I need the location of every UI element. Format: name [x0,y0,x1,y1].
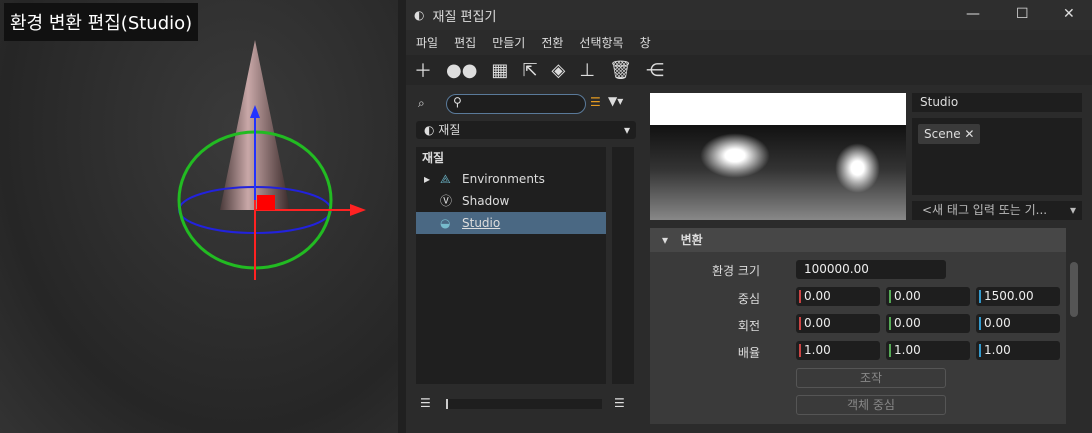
select-grid-icon[interactable]: ▦ [491,60,508,81]
splitter[interactable] [398,0,406,433]
material-editor-window: ◐ 재질 편집기 — ☐ ✕ 파일 편집 만들기 전환 선택항목 창 ＋ ●● … [406,0,1092,433]
broom-icon[interactable]: ⊥ [579,60,595,81]
material-preview [650,93,906,220]
env-size-label: 환경 크기 [712,264,760,278]
studio-icon: ◒ [440,216,451,230]
rotation-y-field[interactable]: 0.00 [886,314,970,333]
assign-icon[interactable]: ⇱ [522,60,537,81]
menu-convert[interactable]: 전환 [541,34,563,51]
filter-icon[interactable]: ▼▾ [608,94,623,108]
section-transform[interactable]: ▾ 변환 [650,228,1066,252]
scale-y-field[interactable]: 1.00 [886,341,970,360]
tree-header: 재질 [422,151,445,165]
minimize-button[interactable]: — [966,6,980,22]
transform-gizmo[interactable] [0,0,398,433]
rotation-z-field[interactable]: 0.00 [976,314,1060,333]
transform-properties: 환경 크기 100000.00 중심 0.00 0.00 1500.00 회전 … [650,252,1066,424]
tree-item-shadow[interactable]: Ⓥ Shadow [416,190,606,212]
trash-icon[interactable]: 🗑 [609,60,632,81]
tag-scene[interactable]: Scene ✕ [918,124,981,144]
menu-selection[interactable]: 선택항목 [579,34,623,51]
viewport[interactable]: 환경 변환 편집(Studio) [0,0,398,433]
center-y-field[interactable]: 0.00 [886,287,970,306]
search-input[interactable]: ⚲ [446,94,586,114]
env-size-field[interactable]: 100000.00 [796,260,946,279]
toolbar: ＋ ●● ▦ ⇱ ◈ ⊥ 🗑 ⋲ [406,55,1092,85]
search-icon: ⚲ [453,95,462,109]
list-icon[interactable]: ☰ [420,396,431,410]
rotation-label: 회전 [737,319,760,333]
tree-item-environments[interactable]: ▸ ⟁ Environments [416,168,606,190]
environments-icon: ⟁ [440,172,451,186]
remove-tag-icon[interactable]: ✕ [964,127,974,141]
window-title: 재질 편집기 [432,9,497,25]
details-icon[interactable]: ☰ [614,396,625,410]
material-tree: 재질 ▸ ⟁ Environments Ⓥ Shadow ◒ Studio [416,147,606,384]
material-type-dropdown[interactable]: ◐ 재질 ▾ [416,121,636,139]
menu-file[interactable]: 파일 [416,34,438,51]
tag-input[interactable]: <새 태그 입력 또는 기... ▾ [912,201,1082,220]
material-name-field[interactable]: Studio [912,93,1082,112]
close-button[interactable]: ✕ [1063,6,1075,22]
center-label: 중심 [737,292,760,306]
menu-edit[interactable]: 편집 [454,34,476,51]
center-x-field[interactable]: 0.00 [796,287,880,306]
paint-bucket-icon[interactable]: ◈ [552,60,566,81]
add-icon[interactable]: ＋ [414,57,432,83]
manipulate-button[interactable]: 조작 [796,368,946,388]
tag-sidebar [612,147,634,384]
shadow-icon: Ⓥ [440,194,453,208]
scale-z-field[interactable]: 1.00 [976,341,1060,360]
tag-area: Scene ✕ [912,118,1082,195]
dots-icon[interactable]: ●● [446,60,477,81]
scale-label: 배율 [737,346,760,360]
menu-window[interactable]: 창 [640,34,651,51]
scrollbar[interactable] [1070,262,1078,317]
rotation-x-field[interactable]: 0.00 [796,314,880,333]
zoom-slider[interactable] [446,399,602,409]
app-icon: ◐ [414,8,425,22]
node-graph-icon[interactable]: ⋲ [646,60,664,81]
dropdown-value: 재질 [438,123,461,137]
hierarchy-icon[interactable]: ☰ [590,95,601,109]
scale-x-field[interactable]: 1.00 [796,341,880,360]
menu-bar: 파일 편집 만들기 전환 선택항목 창 [406,30,1092,55]
menu-create[interactable]: 만들기 [492,34,525,51]
maximize-button[interactable]: ☐ [1016,6,1029,22]
center-z-field[interactable]: 1500.00 [976,287,1060,306]
tree-item-studio[interactable]: ◒ Studio [416,212,606,234]
object-center-button[interactable]: 객체 중심 [796,395,946,415]
search-options-icon[interactable]: ⌕ [418,96,425,111]
